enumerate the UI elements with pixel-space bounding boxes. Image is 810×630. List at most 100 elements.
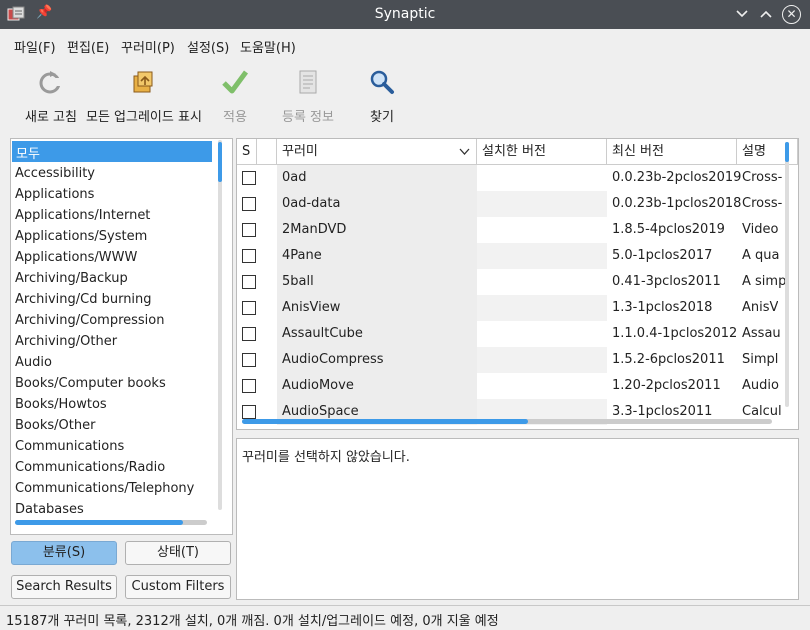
scroll-thumb[interactable] [15, 520, 183, 525]
sections-filter-button[interactable]: 분류(S) [11, 541, 117, 565]
section-item[interactable]: Applications/Internet [15, 205, 150, 226]
properties-button[interactable]: 등록 정보 [282, 68, 334, 125]
section-item[interactable]: Archiving/Compression [15, 310, 164, 331]
package-checkbox[interactable] [242, 379, 256, 393]
table-row[interactable]: AudioMove 1.20-2pclos2011 Audio [237, 373, 782, 399]
section-item[interactable]: Applications/System [15, 226, 147, 247]
scroll-thumb[interactable] [218, 142, 222, 182]
properties-icon [299, 70, 317, 94]
package-checkbox[interactable] [242, 249, 256, 263]
section-item[interactable]: Books/Other [15, 415, 95, 436]
section-item-label: 모두 [16, 147, 40, 162]
package-table-vscrollbar[interactable] [785, 142, 789, 407]
section-list-hscrollbar[interactable] [15, 520, 207, 525]
chevron-up-icon [760, 10, 772, 18]
apply-label: 적용 [223, 110, 247, 125]
latest-version: 1.5.2-6pclos2011 [612, 352, 725, 367]
chevron-down-icon [736, 10, 748, 18]
section-item[interactable]: Archiving/Backup [15, 268, 128, 289]
scroll-thumb[interactable] [785, 142, 789, 162]
package-checkbox[interactable] [242, 223, 256, 237]
refresh-label: 새로 고침 [25, 110, 77, 125]
table-row[interactable]: AnisView 1.3-1pclos2018 AnisV [237, 295, 782, 321]
mark-all-upgrades-button[interactable]: 모든 업그레이드 표시 [86, 68, 202, 125]
package-name: 0ad [282, 170, 307, 185]
column-header-package[interactable]: 꾸러미 [277, 139, 477, 165]
package-description: A qua [742, 248, 780, 263]
status-filter-button[interactable]: 상태(T) [125, 541, 231, 565]
section-item[interactable]: Books/Computer books [15, 373, 166, 394]
status-bar: 15187개 꾸러미 목록, 2312개 설치, 0개 깨짐. 0개 설치/업그… [0, 605, 810, 630]
menu-edit[interactable]: 편집(E) [67, 37, 109, 56]
section-item[interactable]: Databases [15, 499, 84, 520]
package-checkbox[interactable] [242, 405, 256, 419]
section-item[interactable]: Communications/Radio [15, 457, 165, 478]
table-row[interactable]: 0ad 0.0.23b-2pclos2019 Cross- [237, 165, 782, 191]
menu-file[interactable]: 파일(F) [14, 37, 56, 56]
package-table: S 꾸러미 설치한 버전 최신 버전 설명 0ad 0.0.23b-2pclos… [236, 138, 799, 430]
latest-version: 5.0-1pclos2017 [612, 248, 713, 263]
table-row[interactable]: AssaultCube 1.1.0.4-1pclos2012 Assau [237, 321, 782, 347]
section-item[interactable]: Communications/Telephony [15, 478, 194, 499]
latest-version: 1.1.0.4-1pclos2012 [612, 326, 738, 341]
section-item[interactable]: Audio [15, 352, 52, 373]
table-row[interactable]: 2ManDVD 1.8.5-4pclos2019 Video [237, 217, 782, 243]
apply-button[interactable]: 적용 [221, 68, 249, 125]
checkmark-icon [222, 70, 249, 94]
table-row[interactable]: AudioCompress 1.5.2-6pclos2011 Simpl [237, 347, 782, 373]
package-description: Audio [742, 378, 779, 393]
package-checkbox[interactable] [242, 353, 256, 367]
section-item-all[interactable]: 모두 [12, 141, 212, 162]
section-item[interactable]: Applications [15, 184, 94, 205]
column-header-latest[interactable]: 최신 버전 [607, 139, 737, 165]
status-text: 15187개 꾸러미 목록, 2312개 설치, 0개 깨짐. 0개 설치/업그… [6, 614, 499, 629]
sort-chevron-down-icon [459, 148, 470, 155]
menu-package[interactable]: 꾸러미(P) [121, 37, 175, 56]
package-table-hscrollbar[interactable] [242, 419, 772, 424]
column-header-status[interactable]: S [237, 139, 257, 165]
column-header-package-label: 꾸러미 [282, 144, 318, 159]
table-row[interactable]: 5ball 0.41-3pclos2011 A simp [237, 269, 786, 295]
package-description: Cross- [742, 170, 783, 185]
section-item[interactable]: Books/Howtos [15, 394, 107, 415]
section-item[interactable]: Applications/WWW [15, 247, 137, 268]
custom-filters-button[interactable]: Custom Filters [125, 575, 231, 599]
search-button[interactable]: 찾기 [368, 68, 396, 125]
upgrade-icon [133, 71, 153, 93]
section-item[interactable]: Communications [15, 436, 124, 457]
package-name: 4Pane [282, 248, 322, 263]
window-title: Synaptic [374, 6, 436, 22]
package-checkbox[interactable] [242, 171, 256, 185]
table-row[interactable]: 4Pane 5.0-1pclos2017 A qua [237, 243, 782, 269]
latest-version: 0.0.23b-2pclos2019 [612, 170, 742, 185]
section-item[interactable]: Archiving/Cd burning [15, 289, 152, 310]
section-list-vscrollbar[interactable] [218, 140, 222, 510]
column-header-installed[interactable]: 설치한 버전 [477, 139, 607, 165]
close-button[interactable]: ✕ [782, 5, 801, 24]
search-results-button[interactable]: Search Results [11, 575, 117, 599]
search-icon [370, 70, 394, 94]
refresh-icon [39, 71, 62, 94]
menu-help[interactable]: 도움말(H) [240, 37, 296, 56]
package-checkbox[interactable] [242, 301, 256, 315]
section-item[interactable]: Archiving/Other [15, 331, 117, 352]
package-name: AnisView [282, 300, 341, 315]
latest-version: 1.3-1pclos2018 [612, 300, 713, 315]
column-header-blank[interactable] [257, 139, 277, 165]
maximize-button[interactable] [756, 4, 776, 24]
search-label: 찾기 [370, 110, 394, 125]
package-description: A simp [742, 274, 787, 289]
section-item[interactable]: Accessibility [15, 163, 95, 184]
scroll-thumb[interactable] [242, 419, 528, 424]
package-checkbox[interactable] [242, 197, 256, 211]
minimize-button[interactable] [732, 4, 752, 24]
table-row[interactable]: 0ad-data 0.0.23b-1pclos2018 Cross- [237, 191, 782, 217]
package-checkbox[interactable] [242, 275, 256, 289]
menu-settings[interactable]: 설정(S) [187, 37, 229, 56]
title-bar: 📌 Synaptic ✕ [0, 0, 810, 29]
latest-version: 1.20-2pclos2011 [612, 378, 721, 393]
refresh-button[interactable]: 새로 고침 [25, 68, 77, 125]
package-description: AnisV [742, 300, 779, 315]
latest-version: 1.8.5-4pclos2019 [612, 222, 725, 237]
package-checkbox[interactable] [242, 327, 256, 341]
